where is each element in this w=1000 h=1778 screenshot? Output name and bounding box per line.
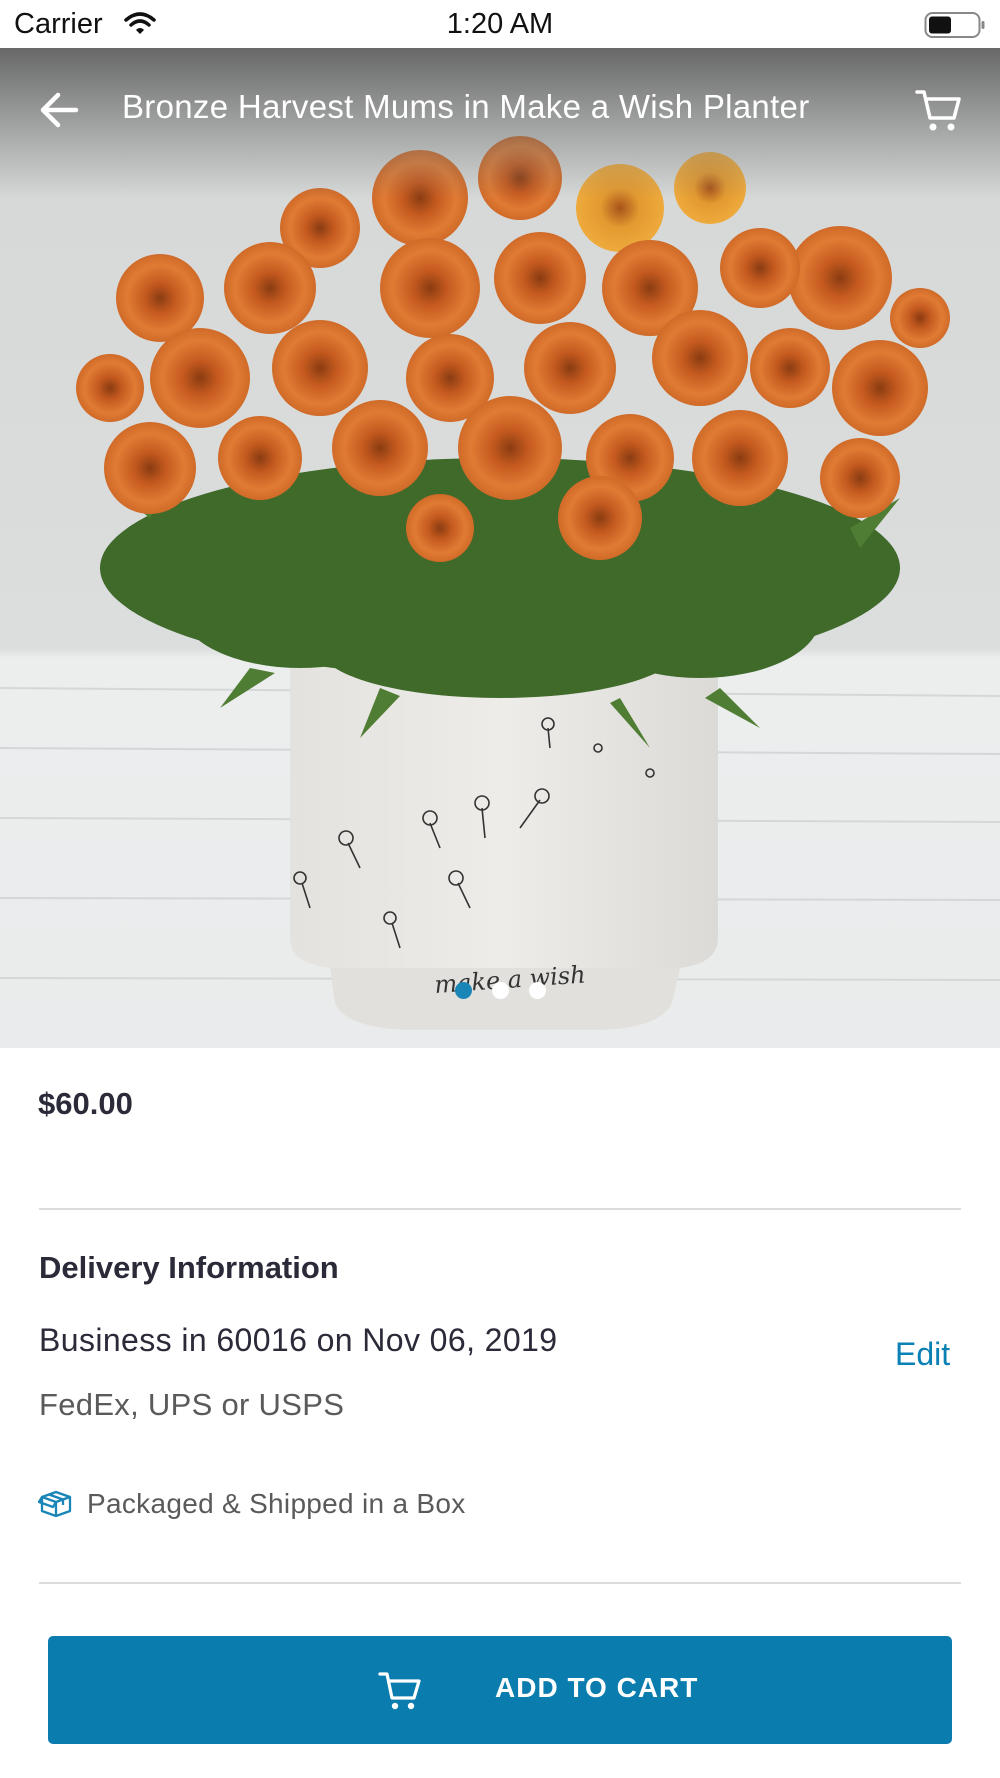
carousel-dot-2[interactable]: [491, 982, 509, 999]
status-bar: Carrier 1:20 AM: [0, 0, 1000, 48]
delivery-summary: Business in 60016 on Nov 06, 2019: [39, 1322, 558, 1358]
cart-icon: [378, 1672, 421, 1710]
shipping-note: Packaged & Shipped in a Box: [87, 1488, 466, 1519]
divider: [39, 1582, 961, 1584]
page-title: Bronze Harvest Mums in Make a Wish Plant…: [122, 88, 810, 125]
arrow-left-icon: [40, 92, 79, 128]
carousel-pagination: [0, 982, 1000, 999]
battery-icon: [924, 11, 986, 44]
carousel-dot-1[interactable]: [454, 982, 472, 999]
status-time: 1:20 AM: [446, 8, 554, 40]
product-image: make a wish: [0, 136, 1000, 1030]
add-to-cart-button[interactable]: ADD TO CART: [48, 1636, 952, 1744]
shipping-carriers: FedEx, UPS or USPS: [39, 1387, 345, 1422]
edit-delivery-link[interactable]: Edit: [895, 1336, 950, 1373]
cart-icon: [915, 90, 961, 131]
product-price: $60.00: [38, 1086, 133, 1121]
add-to-cart-label: ADD TO CART: [495, 1672, 699, 1703]
gift-box-icon: [37, 1487, 74, 1524]
product-image-carousel[interactable]: make a wish Bronze Harvest Mums in Make …: [0, 48, 1000, 1048]
carousel-dot-3[interactable]: [528, 982, 546, 999]
divider: [39, 1208, 961, 1210]
delivery-heading: Delivery Information: [39, 1250, 339, 1285]
back-button[interactable]: [36, 86, 84, 134]
cart-button[interactable]: [914, 86, 964, 134]
